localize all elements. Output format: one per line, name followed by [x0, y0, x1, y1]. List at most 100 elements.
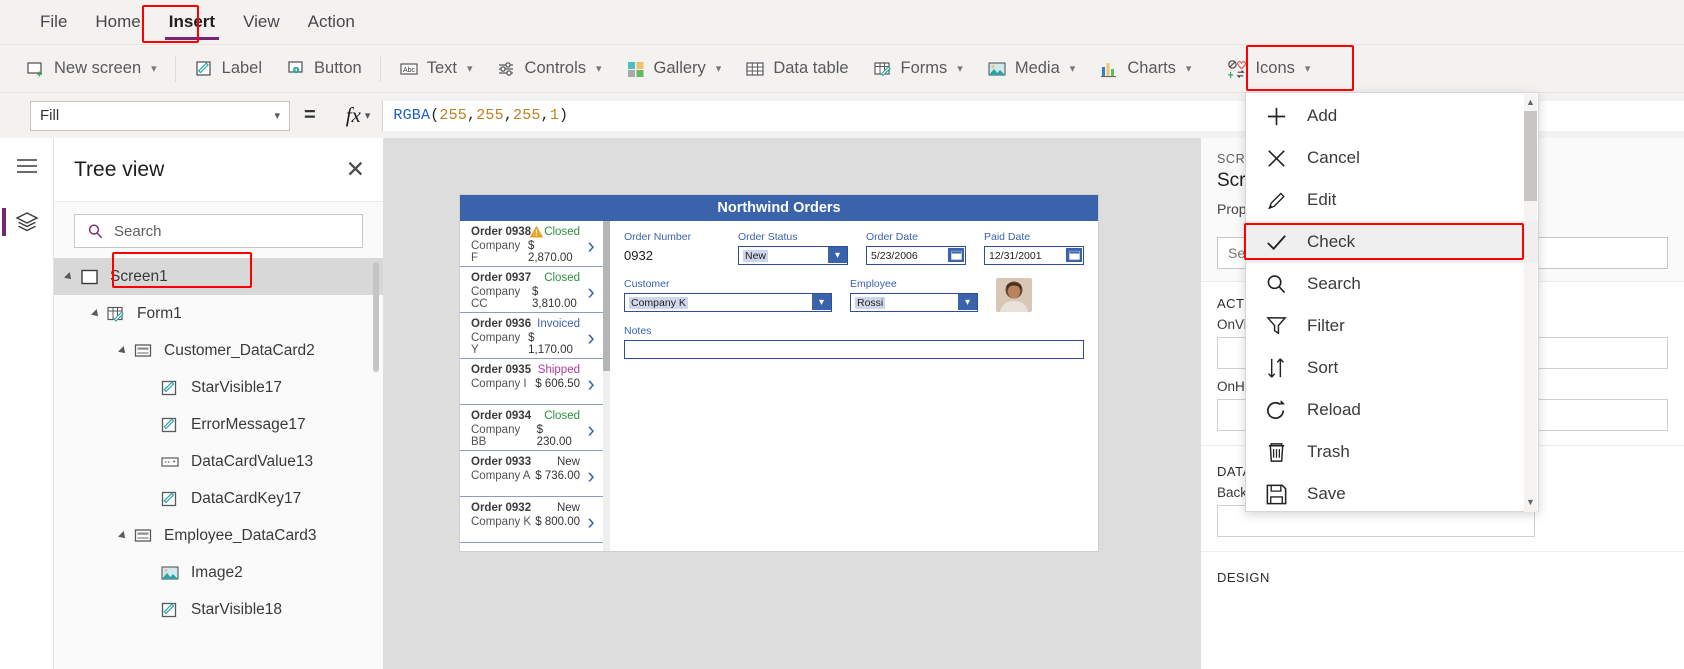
tree-node-datacardvalue13[interactable]: DataCardValue13 — [54, 443, 383, 480]
icons-menu-item-reload[interactable]: Reload — [1246, 389, 1538, 431]
app-title-bar: Northwind Orders — [460, 195, 1098, 221]
tree-node-starvisible18[interactable]: StarVisible18 — [54, 591, 383, 628]
icons-menu-item-trash[interactable]: Trash — [1246, 431, 1538, 473]
expander-triangle-icon[interactable] — [91, 308, 101, 319]
icons-menu-item-filter[interactable]: Filter — [1246, 305, 1538, 347]
gallery-scrollbar[interactable] — [603, 221, 610, 551]
employee-dropdown[interactable]: Rossi ▾ — [850, 293, 978, 312]
ribbon-forms[interactable]: Forms ▾ — [861, 50, 975, 88]
icons-menu-item-save[interactable]: Save — [1246, 473, 1538, 515]
customer-dropdown[interactable]: Company K ▾ — [624, 293, 832, 312]
icons-menu-item-add[interactable]: Add — [1246, 95, 1538, 137]
ribbon-new-screen[interactable]: New screen ▾ — [14, 50, 169, 88]
formula-token: ( — [430, 107, 440, 124]
gallery-row[interactable]: Order 0932 New Company K $ 800.00 › — [460, 497, 610, 543]
fx-button[interactable]: fx ▾ — [330, 100, 384, 131]
gallery-order-id: Order 0932 — [471, 502, 532, 514]
chevron-down-icon: ▾ — [715, 63, 722, 75]
expander-triangle-icon[interactable] — [118, 345, 128, 356]
tree-node-datacardkey17[interactable]: DataCardKey17 — [54, 480, 383, 517]
ribbon-gallery[interactable]: Gallery ▾ — [614, 50, 734, 88]
ribbon-text[interactable]: Abc Text ▾ — [387, 50, 485, 88]
orders-gallery[interactable]: Order 0938 Closed Company F $ 2,870.00 › Orde… — [460, 221, 610, 551]
ribbon-label-text: Forms — [900, 59, 948, 77]
tree-scrollbar[interactable] — [373, 262, 379, 372]
menu-item-view[interactable]: View — [229, 6, 294, 38]
gallery-company: Company K — [471, 516, 532, 528]
tree-node-image2[interactable]: Image2 — [54, 554, 383, 591]
field-value: Company K — [629, 296, 688, 309]
order-date-input[interactable]: 5/23/2006 — [866, 246, 966, 265]
expander-triangle-icon[interactable] — [64, 271, 74, 282]
gallery-row[interactable]: Order 0935 Shipped Company I $ 606.50 › — [460, 359, 610, 405]
divider — [1201, 551, 1684, 552]
app-preview: Northwind Orders Order 0938 Closed Company… — [460, 195, 1098, 551]
chevron-right-icon[interactable]: › — [580, 456, 602, 496]
gallery-amount: $ 3,810.00 — [531, 286, 577, 310]
menu-item-home[interactable]: Home — [81, 6, 154, 38]
icons-menu-item-check[interactable]: Check — [1246, 221, 1538, 263]
ribbon-charts[interactable]: Charts ▾ — [1087, 50, 1203, 88]
tree-search-input[interactable]: Search — [74, 214, 363, 248]
ribbon-button[interactable]: Button — [274, 50, 374, 88]
chevron-right-icon[interactable]: › — [580, 502, 602, 542]
chevron-right-icon[interactable]: › — [580, 410, 602, 450]
property-selector[interactable]: Fill ▾ — [30, 100, 290, 131]
field-order-status: Order Status New ▾ — [738, 231, 848, 265]
gallery-status: Invoiced — [537, 318, 580, 330]
icons-menu-item-cancel[interactable]: Cancel — [1246, 137, 1538, 179]
chevron-right-icon[interactable]: › — [580, 364, 602, 404]
gallery-status: Shipped — [537, 364, 580, 376]
close-icon[interactable]: ✕ — [346, 158, 365, 181]
menu-item-action[interactable]: Action — [294, 6, 369, 38]
gallery-scroll-thumb[interactable] — [603, 221, 610, 371]
expander-triangle-icon[interactable] — [118, 530, 128, 541]
notes-input[interactable] — [624, 340, 1084, 359]
chevron-right-icon[interactable]: › — [580, 272, 602, 312]
ribbon-controls[interactable]: Controls ▾ — [485, 50, 614, 88]
power-apps-studio: File Home Insert View Action New screen … — [0, 0, 1684, 669]
tree-node-errormessage17[interactable]: ErrorMessage17 — [54, 406, 383, 443]
gallery-row[interactable]: Order 0933 New Company A $ 736.00 › — [460, 451, 610, 497]
field-label: Employee — [850, 278, 897, 290]
gallery-amount: $ 606.50 — [535, 378, 580, 390]
icons-menu-item-sort[interactable]: Sort — [1246, 347, 1538, 389]
gallery-row[interactable]: Order 0938 Closed Company F $ 2,870.00 › — [460, 221, 610, 267]
order-status-dropdown[interactable]: New ▾ — [738, 246, 848, 265]
calendar-glyph — [1068, 250, 1080, 260]
tree-node-screen1[interactable]: Screen1 — [54, 258, 383, 295]
ribbon-label[interactable]: Label — [182, 50, 274, 88]
gallery-row[interactable]: Order 0936 Invoiced Company Y $ 1,170.00 › — [460, 313, 610, 359]
gallery-row[interactable]: Order 0937 Closed Company CC $ 3,810.00 › — [460, 267, 610, 313]
chevron-right-icon[interactable]: › — [580, 318, 602, 358]
formula-token: , — [540, 107, 550, 124]
chevron-down-icon[interactable]: ▾ — [958, 294, 977, 310]
field-label: Notes — [624, 325, 652, 337]
calendar-icon[interactable] — [948, 248, 964, 262]
field-label: Paid Date — [984, 231, 1031, 243]
chevron-down-icon[interactable]: ▾ — [828, 247, 847, 263]
tree-node-form1[interactable]: Form1 — [54, 295, 383, 332]
gallery-status: Closed — [544, 226, 580, 238]
menu-item-insert[interactable]: Insert — [155, 6, 229, 40]
calendar-icon[interactable] — [1066, 248, 1082, 262]
icons-menu-item-edit[interactable]: Edit — [1246, 179, 1538, 221]
menu-item-file[interactable]: File — [26, 6, 81, 38]
tree-node-starvisible17[interactable]: StarVisible17 — [54, 369, 383, 406]
plus-icon-glyph — [1267, 107, 1285, 125]
chevron-right-icon[interactable]: › — [580, 226, 602, 266]
chevron-down-icon[interactable]: ▾ — [812, 294, 831, 310]
gallery-row[interactable]: Order 0934 Closed Company BB $ 230.00 › — [460, 405, 610, 451]
ribbon-media[interactable]: Media ▾ — [975, 50, 1087, 88]
ribbon-icons[interactable]: Icons ▾ — [1215, 50, 1322, 88]
employee-avatar — [996, 278, 1032, 312]
hamburger-menu-button[interactable] — [0, 138, 54, 194]
paid-date-input[interactable]: 12/31/2001 — [984, 246, 1084, 265]
tree-view-rail-button[interactable] — [0, 194, 54, 250]
gallery-order-id: Order 0934 — [471, 410, 532, 422]
ribbon-data-table[interactable]: Data table — [733, 50, 860, 88]
tree-node-employee_datacard3[interactable]: Employee_DataCard3 — [54, 517, 383, 554]
field-value: New — [743, 249, 769, 262]
icons-menu-item-search[interactable]: Search — [1246, 263, 1538, 305]
tree-node-customer_datacard2[interactable]: Customer_DataCard2 — [54, 332, 383, 369]
